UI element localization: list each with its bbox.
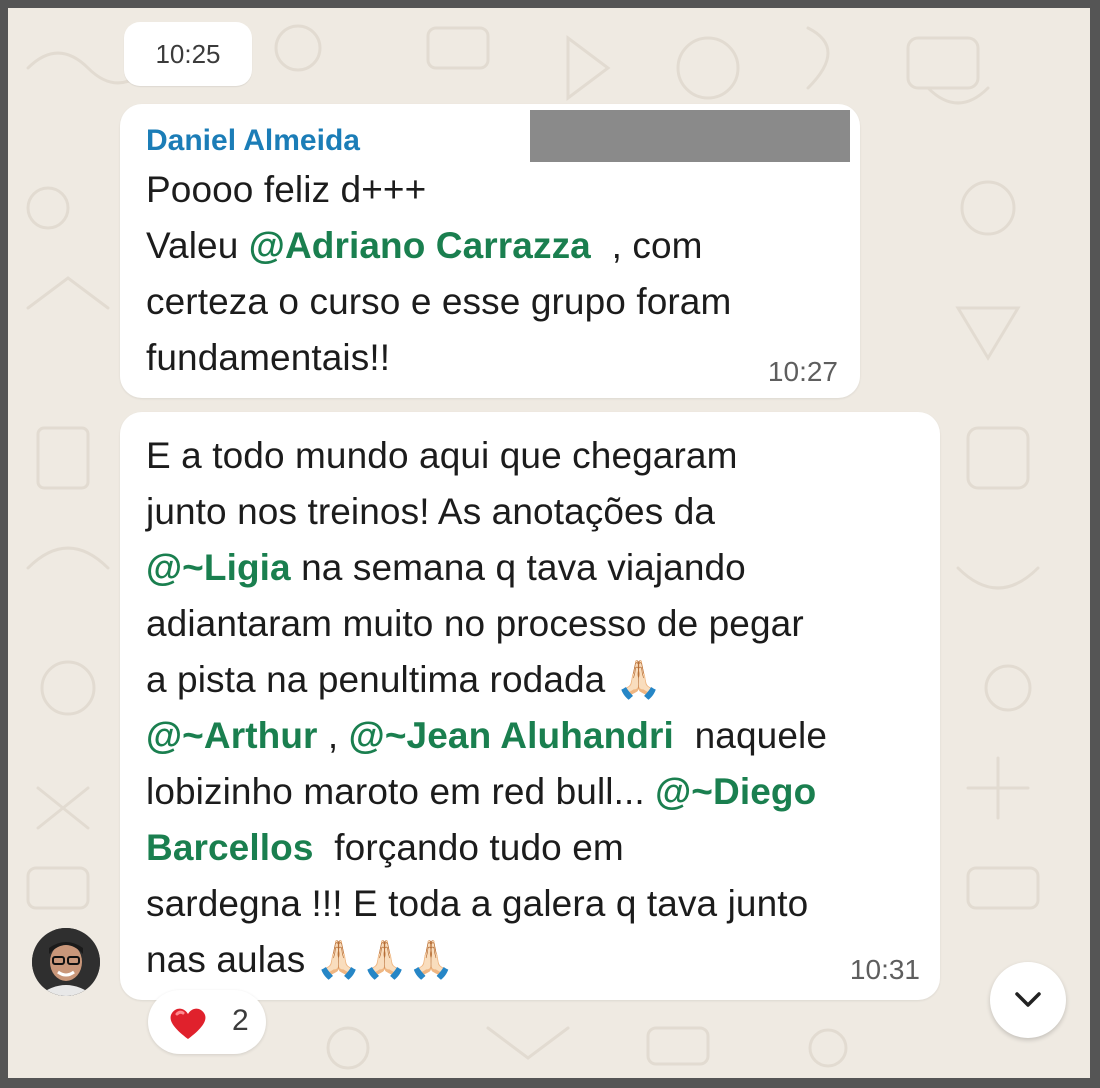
mention-link[interactable]: Barcellos bbox=[146, 827, 314, 868]
sender-name[interactable]: Daniel Almeida bbox=[146, 124, 360, 158]
message-text-segment: Valeu bbox=[146, 225, 249, 266]
message-bubble-1[interactable]: Daniel Almeida Poooo feliz d+++ Valeu @Ad… bbox=[120, 104, 860, 398]
avatar-photo bbox=[32, 928, 100, 996]
message-text-segment: Poooo feliz d+++ bbox=[146, 169, 427, 210]
reaction-count: 2 bbox=[232, 1004, 249, 1037]
message-bubble-2[interactable]: E a todo mundo aqui que chegaram junto no… bbox=[120, 412, 940, 1000]
message-line: E a todo mundo aqui que chegaram bbox=[146, 428, 827, 484]
message-text-segment: fundamentais!! bbox=[146, 337, 391, 378]
mention-link[interactable]: @Adriano Carrazza bbox=[249, 225, 591, 266]
mention-link[interactable]: @~Arthur bbox=[146, 715, 318, 756]
message-text: Poooo feliz d+++ Valeu @Adriano Carrazza … bbox=[146, 162, 731, 386]
mention-link[interactable]: @~Diego bbox=[655, 771, 816, 812]
message-line: adiantaram muito no processo de pegar bbox=[146, 596, 827, 652]
message-text-segment: naquele bbox=[673, 715, 828, 756]
avatar[interactable] bbox=[32, 928, 100, 996]
chevron-down-icon bbox=[1015, 992, 1041, 1007]
message-text-segment: forçando tudo em bbox=[313, 827, 624, 868]
heart-icon bbox=[170, 1008, 206, 1039]
message-time: 10:31 bbox=[849, 954, 920, 985]
message-text-segment: E a todo mundo aqui que chegaram bbox=[146, 435, 738, 476]
message-line: @~Ligia na semana q tava viajando bbox=[146, 540, 827, 596]
message-line: certeza o curso e esse grupo foram bbox=[146, 274, 731, 330]
message-text-segment: , com bbox=[590, 225, 703, 266]
message-line: @~Arthur , @~Jean Aluhandri naquele bbox=[146, 708, 827, 764]
message-line: lobizinho maroto em red bull... @~Diego bbox=[146, 764, 827, 820]
mention-link[interactable]: @~Jean Aluhandri bbox=[349, 715, 674, 756]
message-line: Valeu @Adriano Carrazza , com bbox=[146, 218, 731, 274]
message-text-segment: nas aulas 🙏🏻🙏🏻🙏🏻 bbox=[146, 939, 455, 980]
message-text-segment: a pista na penultima rodada 🙏🏻 bbox=[146, 659, 662, 700]
message-text-segment: adiantaram muito no processo de pegar bbox=[146, 603, 804, 644]
message-line: a pista na penultima rodada 🙏🏻 bbox=[146, 652, 827, 708]
chat-background: 10:25 Daniel Almeida Poooo feliz d+++ Val… bbox=[8, 8, 1090, 1078]
message-text-segment: sardegna !!! E toda a galera q tava junt… bbox=[146, 883, 809, 924]
date-time-chip: 10:25 bbox=[124, 22, 252, 86]
mention-link[interactable]: @~Ligia bbox=[146, 547, 291, 588]
message-text-segment: , bbox=[317, 715, 349, 756]
message-text-segment: junto nos treinos! As anotações da bbox=[146, 491, 716, 532]
message-line: Barcellos forçando tudo em bbox=[146, 820, 827, 876]
message-text-segment: certeza o curso e esse grupo foram bbox=[146, 281, 732, 322]
message-text-segment: lobizinho maroto em red bull... bbox=[146, 771, 656, 812]
reaction-pill[interactable]: 2 bbox=[148, 990, 266, 1054]
message-line: Poooo feliz d+++ bbox=[146, 162, 731, 218]
message-text-segment: na semana q tava viajando bbox=[290, 547, 746, 588]
redacted-block bbox=[530, 110, 850, 162]
message-line: sardegna !!! E toda a galera q tava junt… bbox=[146, 876, 827, 932]
message-time: 10:27 bbox=[767, 356, 838, 387]
message-line: nas aulas 🙏🏻🙏🏻🙏🏻 bbox=[146, 932, 827, 988]
scroll-to-bottom-button[interactable] bbox=[990, 962, 1066, 1038]
message-line: junto nos treinos! As anotações da bbox=[146, 484, 827, 540]
message-text: E a todo mundo aqui que chegaram junto no… bbox=[146, 428, 827, 988]
message-line: fundamentais!! bbox=[146, 330, 731, 386]
